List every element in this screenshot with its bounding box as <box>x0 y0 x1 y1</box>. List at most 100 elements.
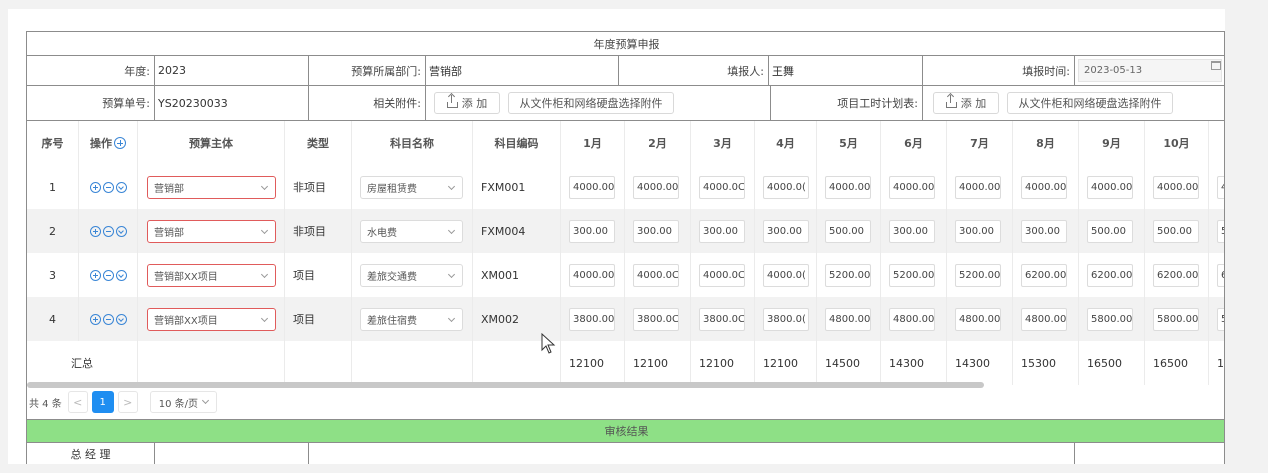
move-down-icon[interactable] <box>115 181 127 193</box>
month-amount-input[interactable]: 5 <box>1217 219 1224 243</box>
month-amount-input[interactable]: 4800.00 <box>955 307 1001 331</box>
subject-select[interactable]: 差旅住宿费 <box>360 307 463 331</box>
month-amount-input[interactable]: 300.00 <box>763 219 809 243</box>
pager-next-button[interactable]: > <box>117 391 138 413</box>
pager-prev-button[interactable]: < <box>67 391 88 413</box>
month-amount-input[interactable]: 4000.00 <box>825 175 871 199</box>
attach-select-button[interactable]: 从文件柜和网络硬盘选择附件 <box>508 92 674 114</box>
column-header-label: 7月 <box>970 137 989 150</box>
remove-row-icon[interactable] <box>102 313 114 325</box>
month-amount-input[interactable]: 5800.00 <box>1153 307 1199 331</box>
chevron-down-icon <box>260 314 269 322</box>
month-amount-input[interactable]: 4 <box>1217 175 1224 199</box>
month-amount-input[interactable]: 4000.00 <box>569 175 615 199</box>
review-row: 总 经 理 <box>27 443 1224 464</box>
move-down-icon[interactable] <box>115 313 127 325</box>
row-op-group <box>89 181 127 193</box>
month-amount-input[interactable]: 4000.0C <box>633 263 679 287</box>
gm-comment-cell[interactable] <box>309 443 1075 464</box>
move-down-icon[interactable] <box>115 225 127 237</box>
add-row-icon[interactable] <box>114 137 126 149</box>
month-amount-input[interactable]: 4000.00 <box>1153 175 1199 199</box>
remove-row-icon[interactable] <box>102 181 114 193</box>
type-cell: 非项目 <box>285 209 352 253</box>
month-amount-input[interactable]: 4000.00 <box>1021 175 1067 199</box>
column-header-label: 类型 <box>307 137 329 150</box>
column-header: 10月 <box>1145 121 1209 165</box>
month-amount-input[interactable]: 500.00 <box>1153 219 1199 243</box>
month-amount-input[interactable]: 300.00 <box>699 219 745 243</box>
month-amount-input[interactable]: 4000.00 <box>633 175 679 199</box>
month-amount-input[interactable]: 500.00 <box>825 219 871 243</box>
month-amount-input[interactable]: 300.00 <box>569 219 615 243</box>
page-size-select[interactable]: 10 条/页 <box>149 391 218 413</box>
month-cell: 5800.00 <box>1145 297 1209 341</box>
month-amount-input[interactable]: 300.00 <box>633 219 679 243</box>
month-amount-input[interactable]: 4000.00 <box>1087 175 1133 199</box>
month-amount-input[interactable]: 300.00 <box>955 219 1001 243</box>
month-amount-input[interactable]: 5200.00 <box>955 263 1001 287</box>
month-amount-input[interactable]: 4000.00 <box>955 175 1001 199</box>
add-row-icon[interactable] <box>89 181 101 193</box>
remove-row-icon[interactable] <box>102 269 114 281</box>
month-amount-input[interactable]: 4800.00 <box>825 307 871 331</box>
move-down-icon[interactable] <box>115 269 127 281</box>
pager-current-page[interactable]: 1 <box>91 391 114 413</box>
entity-select[interactable]: 营销部 <box>147 219 276 243</box>
entity-select[interactable]: 营销部XX项目 <box>147 307 276 331</box>
column-header: 9月 <box>1079 121 1145 165</box>
filler-field[interactable]: 王舞 <box>769 56 923 85</box>
month-amount-input[interactable]: 3800.00 <box>569 307 615 331</box>
gm-opinion-cell[interactable] <box>155 443 309 464</box>
month-amount-input[interactable]: 5200.00 <box>889 263 935 287</box>
plan-select-button[interactable]: 从文件柜和网络硬盘选择附件 <box>1007 92 1173 114</box>
month-amount-input[interactable]: 4800.00 <box>1021 307 1067 331</box>
row-op-group <box>89 225 127 237</box>
month-amount-input[interactable]: 6200.00 <box>1153 263 1199 287</box>
month-amount-input[interactable]: 500.00 <box>1087 219 1133 243</box>
month-amount-input[interactable]: 300.00 <box>1021 219 1067 243</box>
table-row: 2 营销部 非项目 水电费 FXM004 300.00 300.00 300.00 300.00… <box>27 209 1224 253</box>
add-row-icon[interactable] <box>89 313 101 325</box>
column-header-label: 科目编码 <box>494 137 539 150</box>
year-field[interactable]: 2023 <box>155 56 309 85</box>
month-amount-input[interactable]: 5 <box>1217 307 1224 331</box>
summary-empty-cell <box>138 341 285 385</box>
month-amount-input[interactable]: 4000.0C <box>699 263 745 287</box>
month-amount-input[interactable]: 300.00 <box>889 219 935 243</box>
month-amount-input[interactable]: 5800.00 <box>1087 307 1133 331</box>
month-cell: 6200.00 <box>1079 253 1145 297</box>
add-row-icon[interactable] <box>89 225 101 237</box>
month-cell: 6200.00 <box>1013 253 1079 297</box>
attach-add-button[interactable]: 添 加 <box>434 92 500 114</box>
month-amount-input[interactable]: 4000.00 <box>569 263 615 287</box>
plan-add-button[interactable]: 添 加 <box>933 92 999 114</box>
month-amount-input[interactable]: 5200.00 <box>825 263 871 287</box>
subject-select[interactable]: 差旅交通费 <box>360 263 463 287</box>
subject-select[interactable]: 水电费 <box>360 219 463 243</box>
month-amount-input[interactable]: 4000.0( <box>763 263 809 287</box>
column-header-label: 预算主体 <box>189 137 233 150</box>
add-row-icon[interactable] <box>89 269 101 281</box>
month-cell: 300.00 <box>1013 209 1079 253</box>
month-amount-input[interactable]: 3800.0( <box>763 307 809 331</box>
calendar-icon[interactable] <box>1211 61 1221 70</box>
remove-row-icon[interactable] <box>102 225 114 237</box>
month-amount-input[interactable]: 3800.0C <box>699 307 745 331</box>
month-amount-input[interactable]: 3800.0C <box>633 307 679 331</box>
attach-add-label: 添 加 <box>461 97 488 110</box>
month-amount-input[interactable]: 6200.00 <box>1087 263 1133 287</box>
subject-select[interactable]: 房屋租赁费 <box>360 175 463 199</box>
month-amount-input[interactable]: 4000.00 <box>889 175 935 199</box>
date-field[interactable]: 2023-05-13 <box>1075 56 1224 85</box>
budget-no-field[interactable]: YS20230033 <box>155 86 309 120</box>
entity-select[interactable]: 营销部XX项目 <box>147 263 276 287</box>
month-amount-input[interactable]: 4000.0C <box>699 175 745 199</box>
month-amount-input[interactable]: 4800.00 <box>889 307 935 331</box>
month-amount-input[interactable]: 6200.00 <box>1021 263 1067 287</box>
month-amount-input[interactable]: 6 <box>1217 263 1224 287</box>
gm-date-cell[interactable] <box>1075 443 1224 464</box>
month-amount-input[interactable]: 4000.0( <box>763 175 809 199</box>
dept-field[interactable]: 营销部 <box>426 56 619 85</box>
entity-select[interactable]: 营销部 <box>147 175 276 199</box>
